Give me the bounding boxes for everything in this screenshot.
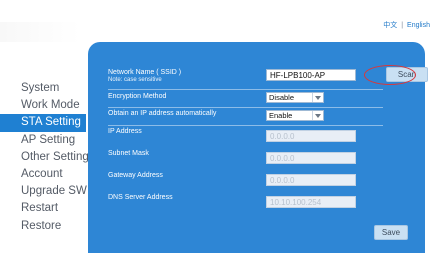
sidebar-item-upgrade-sw[interactable]: Upgrade SW — [0, 183, 87, 200]
encryption-row: Encryption Method Disable — [108, 92, 408, 106]
sidebar-item-account[interactable]: Account — [0, 166, 86, 183]
language-chinese-link[interactable]: 中文 — [383, 22, 397, 29]
dns-row: DNS Server Address — [108, 194, 408, 208]
row-divider — [108, 125, 383, 126]
chevron-down-icon — [312, 93, 323, 102]
sidebar-item-system[interactable]: System — [0, 80, 86, 97]
encryption-select[interactable]: Disable — [266, 92, 324, 103]
row-divider — [108, 107, 383, 108]
dhcp-select[interactable]: Enable — [266, 110, 324, 121]
sidebar-item-work-mode[interactable]: Work Mode — [0, 97, 86, 114]
sidebar-item-ap-setting[interactable]: AP Setting — [0, 132, 86, 149]
language-english-link[interactable]: English — [407, 22, 430, 29]
ssid-input[interactable] — [266, 69, 356, 81]
ssid-row: Network Name ( SSID ) Note: case sensiti… — [108, 67, 428, 89]
sta-settings-panel: Network Name ( SSID ) Note: case sensiti… — [88, 42, 428, 253]
row-divider — [108, 89, 383, 90]
gateway-label: Gateway Address — [108, 172, 163, 179]
sidebar-item-other-setting[interactable]: Other Setting — [0, 149, 89, 166]
dhcp-select-value: Enable — [269, 111, 293, 120]
ip-address-row: IP Address — [108, 128, 408, 142]
ssid-label: Network Name ( SSID ) — [108, 69, 182, 76]
language-separator: | — [401, 22, 404, 29]
subnet-mask-row: Subnet Mask — [108, 150, 408, 164]
dns-input[interactable] — [266, 196, 356, 208]
sidebar-item-restart[interactable]: Restart — [0, 200, 86, 217]
scan-button[interactable]: Scan — [386, 67, 428, 82]
encryption-label: Encryption Method — [108, 93, 167, 100]
sidebar-item-restore[interactable]: Restore — [0, 218, 86, 235]
encryption-select-value: Disable — [269, 93, 295, 102]
chevron-down-icon — [312, 111, 323, 120]
subnet-mask-input[interactable] — [266, 152, 356, 164]
subnet-mask-label: Subnet Mask — [108, 150, 149, 157]
sidebar-nav: System Work Mode STA Setting AP Setting … — [0, 80, 89, 235]
dns-label: DNS Server Address — [108, 194, 173, 201]
dhcp-label: Obtain an IP address automatically — [108, 110, 217, 117]
ssid-note: Note: case sensitive — [108, 77, 162, 83]
sidebar-item-sta-setting[interactable]: STA Setting — [0, 114, 86, 132]
gateway-row: Gateway Address — [108, 172, 408, 186]
ip-address-input[interactable] — [266, 130, 356, 142]
language-switcher: 中文 | English — [383, 20, 430, 30]
header-strip — [0, 22, 80, 42]
save-button[interactable]: Save — [374, 225, 408, 240]
dhcp-row: Obtain an IP address automatically Enabl… — [108, 109, 408, 123]
ip-address-label: IP Address — [108, 128, 142, 135]
gateway-input[interactable] — [266, 174, 356, 186]
